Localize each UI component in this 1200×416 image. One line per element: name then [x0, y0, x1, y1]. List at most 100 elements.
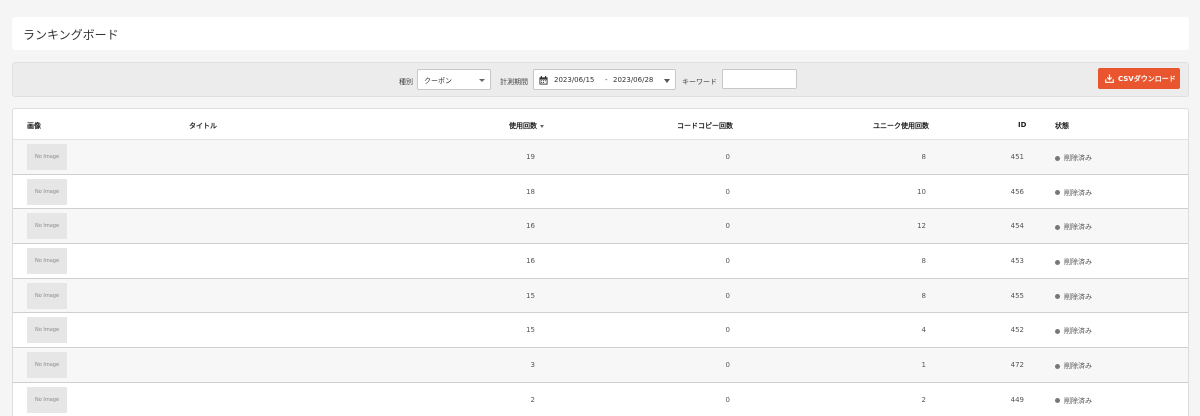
table-row[interactable]: No Image 2 0 2 449 削除済み	[13, 382, 1188, 416]
table-body: No Image 19 0 8 451 削除済み No Image 18 0 10 456 削除済み N…	[13, 140, 1188, 416]
cell-code-copy: 0	[725, 257, 730, 266]
cell-code-copy: 0	[725, 222, 730, 231]
date-end: 2023/06/28	[613, 76, 654, 84]
cell-code-copy: 0	[725, 395, 730, 404]
cell-unique-use: 1	[921, 361, 926, 370]
cell-unique-use: 4	[921, 326, 926, 335]
cell-code-copy: 0	[725, 291, 730, 300]
cell-use-count: 16	[526, 257, 535, 266]
no-image-placeholder: No Image	[27, 178, 67, 205]
csv-download-button[interactable]: CSVダウンロード	[1098, 68, 1180, 89]
cell-id: 453	[1010, 257, 1024, 266]
header-status: 状態	[1055, 122, 1069, 130]
cell-status: 削除済み	[1055, 153, 1092, 163]
status-dot-icon	[1055, 294, 1060, 300]
header-code-copy: コードコピー回数	[677, 122, 733, 130]
cell-use-count: 2	[530, 395, 535, 404]
page-title: ランキングボード	[23, 28, 119, 42]
status-dot-icon	[1055, 328, 1060, 334]
no-image-placeholder: No Image	[27, 317, 67, 344]
cell-status: 削除済み	[1055, 326, 1092, 336]
status-text: 削除済み	[1064, 258, 1092, 267]
table-row[interactable]: No Image 15 0 8 455 削除済み	[13, 278, 1188, 314]
cell-use-count: 19	[526, 153, 535, 161]
type-select[interactable]: クーポン	[417, 69, 491, 90]
cell-unique-use: 8	[921, 153, 926, 161]
filter-bar: 種別 クーポン 計測期間 2023/06/15 - 2023/06/28 キーワ…	[12, 62, 1189, 97]
no-image-placeholder: No Image	[27, 386, 67, 413]
cell-id: 456	[1010, 187, 1024, 196]
status-dot-icon	[1055, 363, 1060, 369]
cell-use-count: 18	[526, 187, 535, 196]
chevron-down-icon	[479, 79, 485, 82]
cell-use-count: 15	[526, 326, 535, 335]
cell-id: 454	[1010, 222, 1024, 231]
cell-id: 452	[1010, 326, 1024, 335]
no-image-placeholder: No Image	[27, 282, 67, 309]
status-dot-icon	[1055, 259, 1060, 265]
period-label: 計測期間	[500, 78, 528, 86]
table-row[interactable]: No Image 3 0 1 472 削除済み	[13, 348, 1188, 383]
csv-download-label: CSVダウンロード	[1118, 75, 1176, 83]
status-dot-icon	[1055, 190, 1060, 196]
keyword-label: キーワード	[682, 78, 717, 86]
no-image-placeholder: No Image	[27, 213, 67, 240]
status-text: 削除済み	[1064, 362, 1092, 371]
table-header: 画像 タイトル 使用回数 コードコピー回数 ユニーク使用回数 ID 状態	[13, 109, 1188, 140]
no-image-placeholder: No Image	[27, 144, 67, 170]
header-title: タイトル	[189, 122, 217, 130]
cell-status: 削除済み	[1055, 292, 1092, 302]
cell-unique-use: 2	[921, 395, 926, 404]
cell-code-copy: 0	[725, 361, 730, 370]
header-id: ID	[1018, 121, 1027, 129]
calendar-icon	[539, 76, 548, 85]
status-text: 削除済み	[1064, 223, 1092, 232]
cell-id: 451	[1010, 153, 1024, 161]
date-start: 2023/06/15	[554, 76, 595, 84]
status-dot-icon	[1055, 398, 1060, 404]
cell-id: 449	[1010, 395, 1024, 404]
type-label: 種別	[399, 78, 413, 86]
page-header-card: ランキングボード	[12, 17, 1189, 50]
no-image-placeholder: No Image	[27, 352, 67, 379]
status-text: 削除済み	[1064, 154, 1092, 162]
header-use-count-label: 使用回数	[509, 122, 537, 130]
caret-down-icon	[664, 79, 670, 83]
status-text: 削除済み	[1064, 292, 1092, 301]
table-row[interactable]: No Image 15 0 4 452 削除済み	[13, 313, 1188, 349]
status-dot-icon	[1055, 155, 1060, 161]
cell-status: 削除済み	[1055, 222, 1092, 232]
type-select-value: クーポン	[424, 77, 452, 85]
status-text: 削除済み	[1064, 327, 1092, 336]
cell-use-count: 16	[526, 222, 535, 231]
header-image: 画像	[27, 122, 41, 130]
table-row[interactable]: No Image 16 0 12 454 削除済み	[13, 209, 1188, 245]
cell-id: 455	[1010, 291, 1024, 300]
cell-unique-use: 8	[921, 257, 926, 266]
cell-status: 削除済み	[1055, 188, 1092, 198]
cell-code-copy: 0	[725, 326, 730, 335]
cell-unique-use: 10	[917, 187, 926, 196]
cell-unique-use: 8	[921, 291, 926, 300]
table-row[interactable]: No Image 16 0 8 453 削除済み	[13, 244, 1188, 279]
sort-desc-icon	[540, 124, 544, 128]
cell-status: 削除済み	[1055, 361, 1092, 371]
date-separator: -	[605, 76, 608, 84]
cell-id: 472	[1010, 361, 1024, 370]
cell-use-count: 15	[526, 291, 535, 300]
cell-status: 削除済み	[1055, 396, 1092, 406]
cell-use-count: 3	[530, 361, 535, 370]
cell-unique-use: 12	[917, 222, 926, 231]
status-text: 削除済み	[1064, 188, 1092, 197]
no-image-placeholder: No Image	[27, 248, 67, 275]
keyword-input[interactable]	[722, 69, 797, 89]
status-text: 削除済み	[1064, 396, 1092, 405]
cell-code-copy: 0	[725, 153, 730, 161]
header-use-count[interactable]: 使用回数	[509, 121, 544, 131]
header-unique-use: ユニーク使用回数	[873, 122, 929, 130]
table-row[interactable]: No Image 19 0 8 451 削除済み	[13, 140, 1188, 175]
table-row[interactable]: No Image 18 0 10 456 削除済み	[13, 174, 1188, 210]
download-icon	[1105, 74, 1114, 83]
ranking-table: 画像 タイトル 使用回数 コードコピー回数 ユニーク使用回数 ID 状態 No …	[12, 108, 1189, 416]
date-range-picker[interactable]: 2023/06/15 - 2023/06/28	[533, 69, 676, 90]
